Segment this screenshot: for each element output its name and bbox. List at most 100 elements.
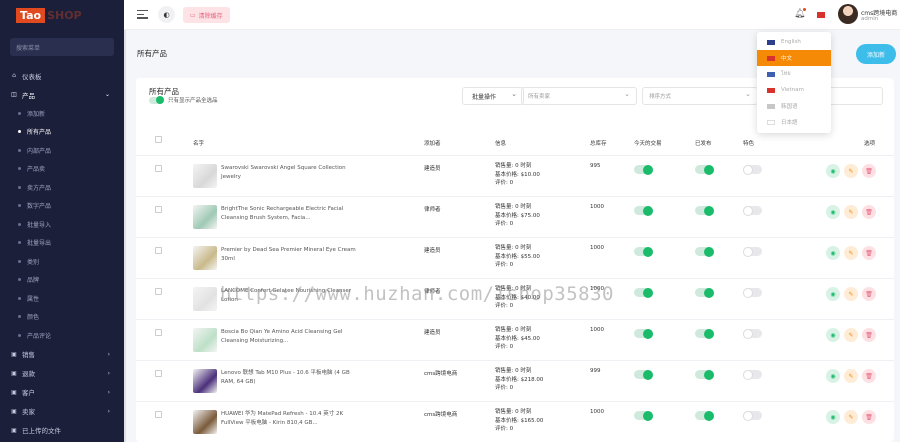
today-deal-toggle[interactable] xyxy=(634,205,653,216)
menu-toggle-icon[interactable] xyxy=(137,10,148,21)
sidebar-subitem[interactable]: 产品评论 xyxy=(0,326,124,345)
logo[interactable]: Tao SHOP xyxy=(0,0,124,30)
col-header-name[interactable]: 名字 xyxy=(193,139,204,147)
sidebar-subitem[interactable]: 类别 xyxy=(0,252,124,271)
product-name[interactable]: Boscia Bo Qian Ye Amino Acid Cleansing G… xyxy=(221,328,361,346)
row-checkbox[interactable] xyxy=(155,165,162,172)
delete-icon[interactable]: 🗑︎ xyxy=(862,287,876,301)
edit-icon[interactable]: ✎ xyxy=(844,328,858,342)
published-toggle[interactable] xyxy=(695,287,714,298)
sidebar-item[interactable]: ▣ 卖家 › xyxy=(0,402,124,421)
sidebar-item[interactable]: ▣ 退款 › xyxy=(0,364,124,383)
sidebar-subitem[interactable]: 添加新 xyxy=(0,104,124,123)
language-option[interactable]: 中文 xyxy=(757,50,831,66)
edit-icon[interactable]: ✎ xyxy=(844,410,858,424)
sidebar-subitem[interactable]: 数字产品 xyxy=(0,197,124,216)
sidebar-subitem[interactable]: 卖方产品 xyxy=(0,178,124,197)
sidebar-subitem[interactable]: 颜色 xyxy=(0,308,124,327)
published-toggle[interactable] xyxy=(695,410,714,421)
product-thumbnail[interactable] xyxy=(193,410,217,434)
view-icon[interactable]: ◉ xyxy=(826,164,840,178)
product-thumbnail[interactable] xyxy=(193,164,217,188)
today-deal-toggle[interactable] xyxy=(634,369,653,380)
delete-icon[interactable]: 🗑︎ xyxy=(862,164,876,178)
sidebar-subitem[interactable]: 批量导出 xyxy=(0,234,124,253)
featured-toggle[interactable] xyxy=(743,328,762,339)
row-checkbox[interactable] xyxy=(155,206,162,213)
delete-icon[interactable]: 🗑︎ xyxy=(862,205,876,219)
product-name[interactable]: BrightThe Sonic Rechargeable Electric Fa… xyxy=(221,205,361,223)
product-thumbnail[interactable] xyxy=(193,205,217,229)
featured-toggle[interactable] xyxy=(743,205,762,216)
product-thumbnail[interactable] xyxy=(193,246,217,270)
published-toggle[interactable] xyxy=(695,328,714,339)
sort-select[interactable]: 排序方式 xyxy=(642,87,758,105)
edit-icon[interactable]: ✎ xyxy=(844,246,858,260)
published-toggle[interactable] xyxy=(695,205,714,216)
sidebar-item-products[interactable]: ◫ 产品 ⌄ xyxy=(0,85,124,104)
featured-toggle[interactable] xyxy=(743,164,762,175)
delete-icon[interactable]: 🗑︎ xyxy=(862,246,876,260)
view-icon[interactable]: ◉ xyxy=(826,205,840,219)
edit-icon[interactable]: ✎ xyxy=(844,205,858,219)
sidebar-subitem[interactable]: 内部产品 xyxy=(0,141,124,160)
featured-toggle[interactable] xyxy=(743,246,762,257)
published-toggle[interactable] xyxy=(695,164,714,175)
view-icon[interactable]: ◉ xyxy=(826,328,840,342)
sidebar-subitem[interactable]: 品牌 xyxy=(0,271,124,290)
sidebar-item[interactable]: ▣ 客户 › xyxy=(0,383,124,402)
language-option[interactable]: ไทย xyxy=(757,66,831,82)
language-option[interactable]: 日本語 xyxy=(757,114,831,130)
sidebar-subitem[interactable]: 产品卖 xyxy=(0,160,124,179)
language-option[interactable]: Vietnam xyxy=(757,82,831,98)
featured-toggle[interactable] xyxy=(743,369,762,380)
today-deal-toggle[interactable] xyxy=(634,287,653,298)
show-products-toggle[interactable] xyxy=(149,96,164,104)
language-option[interactable]: English xyxy=(757,34,831,50)
col-header-stock[interactable]: 总库存 xyxy=(590,139,607,147)
bell-icon[interactable]: 🔔︎ xyxy=(794,8,807,19)
view-icon[interactable]: ◉ xyxy=(826,287,840,301)
view-icon[interactable]: ◉ xyxy=(826,369,840,383)
view-icon[interactable]: ◉ xyxy=(826,410,840,424)
sidebar-item[interactable]: ▣ 销售 › xyxy=(0,345,124,364)
delete-icon[interactable]: 🗑︎ xyxy=(862,410,876,424)
today-deal-toggle[interactable] xyxy=(634,410,653,421)
product-name[interactable]: Swarovski Swarovski Angel Square Collect… xyxy=(221,164,361,182)
select-all-checkbox[interactable] xyxy=(155,136,162,143)
sidebar-search-input[interactable]: 搜索菜单 xyxy=(10,38,114,56)
bulk-action-select[interactable]: 批量操作 xyxy=(462,87,524,105)
sidebar-item-dashboard[interactable]: ⌂ 仪表板 xyxy=(0,66,124,85)
circle-action-icon[interactable]: ◐ xyxy=(158,6,175,23)
row-checkbox[interactable] xyxy=(155,329,162,336)
published-toggle[interactable] xyxy=(695,246,714,257)
add-new-button[interactable]: 添加新 xyxy=(856,44,896,64)
today-deal-toggle[interactable] xyxy=(634,328,653,339)
sidebar-subitem[interactable]: 所有产品 xyxy=(0,123,124,142)
delete-icon[interactable]: 🗑︎ xyxy=(862,369,876,383)
today-deal-toggle[interactable] xyxy=(634,164,653,175)
featured-toggle[interactable] xyxy=(743,410,762,421)
product-name[interactable]: HUAWEI 华为 MatePad Refresh - 10.4 英寸 2K F… xyxy=(221,410,361,428)
language-flag-icon[interactable] xyxy=(817,12,825,18)
row-checkbox[interactable] xyxy=(155,370,162,377)
sidebar-subitem[interactable]: 批量导入 xyxy=(0,215,124,234)
edit-icon[interactable]: ✎ xyxy=(844,287,858,301)
row-checkbox[interactable] xyxy=(155,247,162,254)
avatar[interactable] xyxy=(838,4,858,24)
product-name[interactable]: Lenovo 联想 Tab M10 Plus - 10.6 平板电脑 (4 GB… xyxy=(221,369,361,387)
edit-icon[interactable]: ✎ xyxy=(844,164,858,178)
sidebar-scrollbar[interactable] xyxy=(124,30,126,442)
featured-toggle[interactable] xyxy=(743,287,762,298)
language-option[interactable]: 韩国语 xyxy=(757,98,831,114)
product-thumbnail[interactable] xyxy=(193,328,217,352)
clear-cache-button[interactable]: ▭ 清除缓存 xyxy=(183,7,230,23)
published-toggle[interactable] xyxy=(695,369,714,380)
product-name[interactable]: Premier by Dead Sea Premier Mineral Eye … xyxy=(221,246,361,264)
delete-icon[interactable]: 🗑︎ xyxy=(862,328,876,342)
seller-select[interactable]: 所有卖家 xyxy=(521,87,637,105)
row-checkbox[interactable] xyxy=(155,288,162,295)
sidebar-subitem[interactable]: 属性 xyxy=(0,289,124,308)
product-thumbnail[interactable] xyxy=(193,369,217,393)
row-checkbox[interactable] xyxy=(155,411,162,418)
